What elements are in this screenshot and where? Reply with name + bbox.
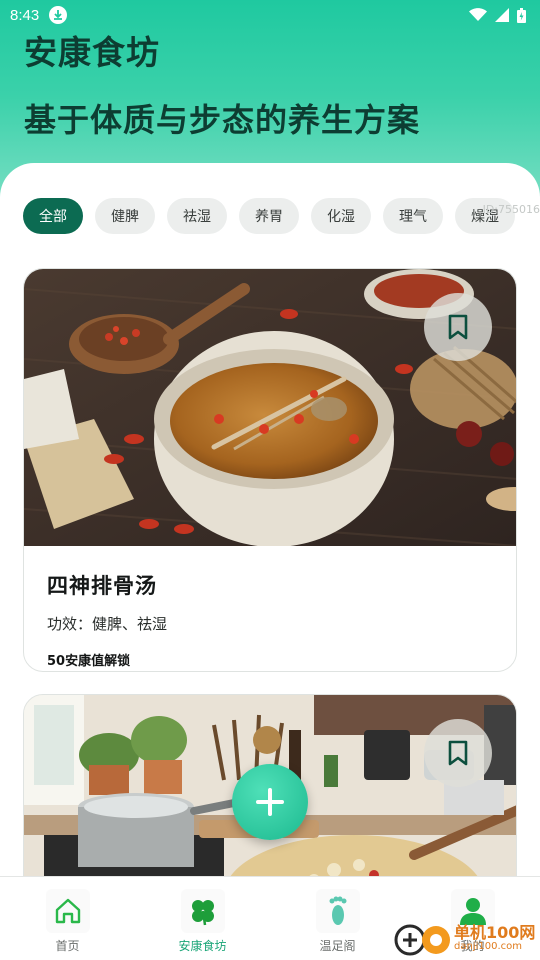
- watermark-url: danji100.com: [454, 940, 522, 952]
- recipe-title: 四神排骨汤: [47, 574, 157, 598]
- bookmark-icon: [448, 314, 468, 340]
- chip-yangwei[interactable]: 养胃: [239, 198, 299, 234]
- watermark-logo-icon: [394, 924, 450, 956]
- nav-label-home: 首页: [55, 939, 80, 953]
- status-time: 8:43: [10, 6, 40, 24]
- recipe-card[interactable]: 四神排骨汤 功效：健脾、祛湿 50安康值解锁: [23, 268, 517, 672]
- nav-label-kitchen: 安康食坊: [178, 939, 227, 953]
- watermark-name: 单机100网: [454, 922, 536, 942]
- status-bar: 8:43: [0, 0, 540, 30]
- page-title: 安康食坊: [24, 33, 160, 72]
- recipe-effect: 功效：健脾、祛湿: [47, 615, 168, 633]
- recipe-photo: [24, 269, 516, 546]
- chip-all[interactable]: 全部: [23, 198, 83, 234]
- site-watermark: 单机100网 danji100.com: [392, 916, 540, 960]
- recipe-unlock-cost: 50安康值解锁: [47, 654, 131, 669]
- chip-jianpi[interactable]: 健脾: [95, 198, 155, 234]
- chip-liqi[interactable]: 理气: [383, 198, 443, 234]
- download-icon: [49, 6, 68, 24]
- bookmark-button[interactable]: [424, 719, 492, 787]
- battery-icon: [517, 7, 526, 23]
- wifi-icon: [469, 8, 487, 21]
- watermark-id: ID:755016: [482, 203, 540, 216]
- nav-item-foot[interactable]: 温足阁: [270, 877, 405, 960]
- chip-huashi[interactable]: 化湿: [311, 198, 371, 234]
- nav-label-foot: 温足阁: [319, 939, 356, 953]
- nav-item-home[interactable]: 首页: [0, 877, 135, 960]
- page-subtitle: 基于体质与步态的养生方案: [24, 101, 421, 139]
- footprint-icon: [315, 889, 360, 933]
- clover-icon: [180, 889, 225, 933]
- nav-item-kitchen[interactable]: 安康食坊: [135, 877, 270, 960]
- signal-icon: [495, 8, 509, 22]
- bookmark-button[interactable]: [424, 293, 492, 361]
- add-button[interactable]: [232, 764, 308, 840]
- chip-qushi[interactable]: 祛湿: [167, 198, 227, 234]
- bookmark-icon: [448, 740, 468, 766]
- category-chips: 全部 健脾 祛湿 养胃 化湿 理气 燥湿: [23, 198, 515, 234]
- plus-icon: [256, 788, 284, 816]
- home-icon: [45, 889, 90, 933]
